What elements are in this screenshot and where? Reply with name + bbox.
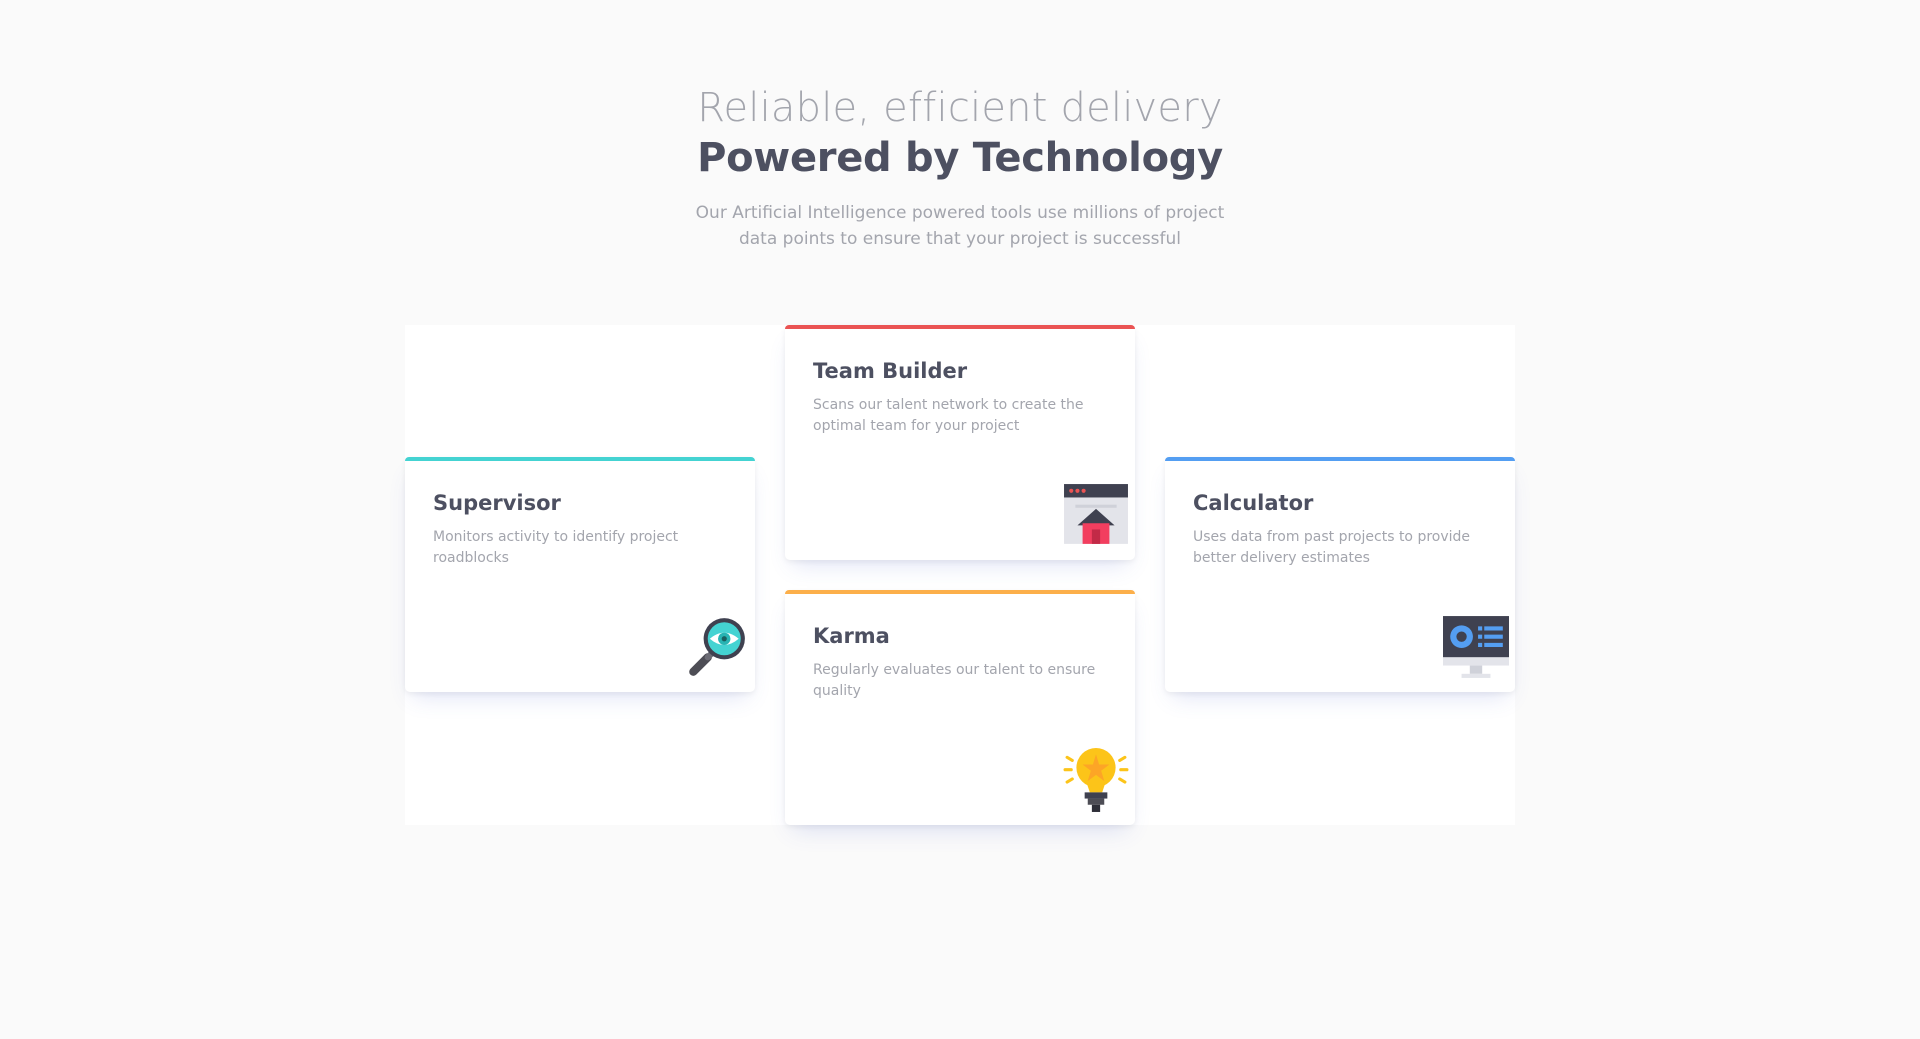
card-title: Karma <box>813 624 890 648</box>
feature-card-team-builder: Team Builder Scans our talent network to… <box>785 325 1135 560</box>
card-description: Uses data from past projects to provide … <box>1193 529 1471 566</box>
card-accent-bar <box>785 590 1135 594</box>
magnifier-eye-icon <box>689 618 745 676</box>
card-description: Scans our talent network to create the o… <box>813 397 1084 434</box>
section-headline: Powered by Technology <box>697 135 1223 181</box>
feature-card-calculator: Calculator Uses data from past projects … <box>1165 457 1515 692</box>
features-page: Reliable, efficient delivery Powered by … <box>0 0 1920 1039</box>
monitor-dashboard-icon <box>1443 616 1509 678</box>
card-title: Team Builder <box>813 359 968 383</box>
card-accent-bar <box>785 325 1135 329</box>
lightbulb-icon <box>1063 748 1129 812</box>
card-description: Regularly evaluates our talent to ensure… <box>813 662 1096 699</box>
card-accent-bar <box>405 457 755 461</box>
card-title: Calculator <box>1193 491 1314 515</box>
section-intro: Our Artificial Intelligence powered tool… <box>695 203 1225 249</box>
section-header: Reliable, efficient delivery Powered by … <box>0 82 1920 252</box>
card-description: Monitors activity to identify project ro… <box>433 529 679 566</box>
card-title: Supervisor <box>433 491 561 515</box>
feature-card-supervisor: Supervisor Monitors activity to identify… <box>405 457 755 692</box>
feature-card-karma: Karma Regularly evaluates our talent to … <box>785 590 1135 825</box>
card-accent-bar <box>1165 457 1515 461</box>
browser-home-icon <box>1064 484 1128 544</box>
section-tagline: Reliable, efficient delivery <box>697 85 1223 131</box>
